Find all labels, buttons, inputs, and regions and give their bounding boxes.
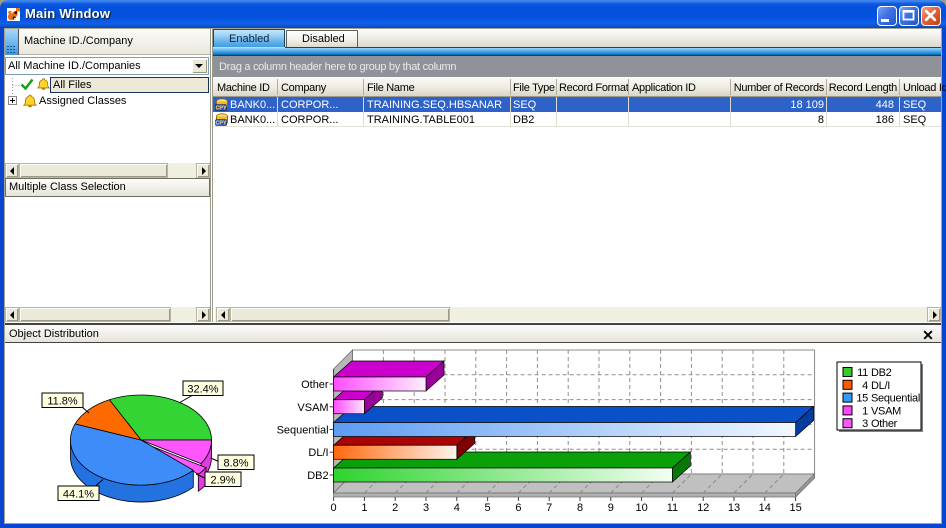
svg-text:9: 9 [608,502,614,514]
svg-text:11: 11 [667,502,678,514]
svg-text:7: 7 [546,502,552,514]
svg-text:6: 6 [515,502,521,514]
svg-text:1: 1 [862,405,868,417]
svg-text:0: 0 [331,502,337,514]
svg-text:11: 11 [857,367,868,379]
svg-text:3: 3 [862,418,868,430]
svg-text:Sequential: Sequential [871,393,920,405]
svg-text:2: 2 [392,502,398,514]
svg-text:4: 4 [862,380,868,392]
svg-text:13: 13 [728,502,740,514]
svg-text:32.4%: 32.4% [187,384,218,396]
svg-text:CPY: CPY [215,106,226,111]
svg-text:Other: Other [301,379,329,391]
svg-text:Sequential: Sequential [277,425,329,437]
svg-text:3: 3 [423,502,429,514]
svg-text:14: 14 [759,502,771,514]
svg-text:DB2: DB2 [871,367,892,379]
svg-text:Other: Other [871,418,898,430]
svg-text:8: 8 [577,502,583,514]
svg-text:5: 5 [485,502,491,514]
svg-text:VSAM: VSAM [871,405,901,417]
svg-text:10: 10 [635,502,647,514]
svg-text:CPY: CPY [215,121,226,126]
svg-text:1: 1 [361,502,367,514]
svg-text:4: 4 [454,502,460,514]
svg-text:DL/I: DL/I [871,380,890,392]
svg-text:8.8%: 8.8% [223,458,248,470]
svg-text:2.9%: 2.9% [210,475,235,487]
svg-text:DL/I: DL/I [308,447,328,459]
svg-text:15: 15 [789,502,801,514]
svg-text:DB2: DB2 [307,470,328,482]
svg-text:12: 12 [697,502,709,514]
svg-text:15: 15 [856,393,868,405]
svg-text:44.1%: 44.1% [63,489,94,501]
svg-text:11.8%: 11.8% [47,396,78,408]
svg-text:VSAM: VSAM [297,402,328,414]
